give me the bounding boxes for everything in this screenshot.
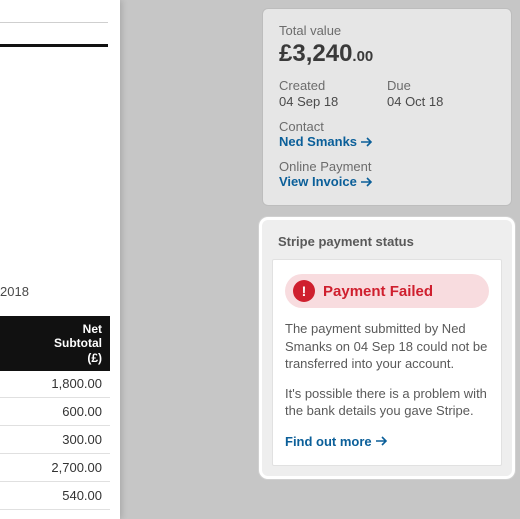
col-header-currency: (£) bbox=[4, 351, 102, 365]
contact-label: Contact bbox=[279, 119, 495, 134]
find-out-more-label: Find out more bbox=[285, 434, 372, 449]
created-label: Created bbox=[279, 78, 387, 93]
stripe-status-title: Stripe payment status bbox=[272, 230, 502, 259]
arrow-right-icon bbox=[361, 177, 373, 187]
arrow-right-icon bbox=[361, 137, 373, 147]
view-invoice-label: View Invoice bbox=[279, 174, 357, 189]
stripe-message: It's possible there is a problem with th… bbox=[285, 385, 489, 420]
contact-name: Ned Smanks bbox=[279, 134, 357, 149]
alert-icon: ! bbox=[293, 280, 315, 302]
divider-bold bbox=[0, 44, 108, 47]
table-row: 600.00 bbox=[0, 398, 110, 426]
online-payment-label: Online Payment bbox=[279, 159, 495, 174]
table-header: Net Subtotal (£) bbox=[0, 316, 110, 371]
contact-link[interactable]: Ned Smanks bbox=[279, 134, 373, 149]
total-value: £3,240.00 bbox=[279, 40, 495, 68]
table-rows: 1,800.00 600.00 300.00 2,700.00 540.00 bbox=[0, 370, 110, 510]
payment-failed-badge: ! Payment Failed bbox=[285, 274, 489, 308]
invoice-fragment: 2018 Net Subtotal (£) 1,800.00 600.00 30… bbox=[0, 0, 120, 519]
summary-card: Total value £3,240.00 Created 04 Sep 18 … bbox=[262, 8, 512, 206]
stripe-status-body: ! Payment Failed The payment submitted b… bbox=[272, 259, 502, 466]
table-row: 1,800.00 bbox=[0, 370, 110, 398]
stripe-status-card: Stripe payment status ! Payment Failed T… bbox=[262, 220, 512, 476]
invoice-date-year: 2018 bbox=[0, 284, 29, 299]
due-value: 04 Oct 18 bbox=[387, 94, 495, 109]
find-out-more-link[interactable]: Find out more bbox=[285, 434, 388, 449]
created-value: 04 Sep 18 bbox=[279, 94, 387, 109]
due-label: Due bbox=[387, 78, 495, 93]
divider bbox=[0, 22, 108, 23]
table-row: 2,700.00 bbox=[0, 454, 110, 482]
payment-failed-label: Payment Failed bbox=[323, 283, 433, 300]
col-header-subtotal: Subtotal bbox=[4, 336, 102, 350]
sidebar: Total value £3,240.00 Created 04 Sep 18 … bbox=[262, 8, 512, 476]
total-value-label: Total value bbox=[279, 23, 495, 38]
dates-row: Created 04 Sep 18 Due 04 Oct 18 bbox=[279, 78, 495, 109]
table-row: 300.00 bbox=[0, 426, 110, 454]
col-header-net: Net bbox=[4, 322, 102, 336]
arrow-right-icon bbox=[376, 436, 388, 446]
view-invoice-link[interactable]: View Invoice bbox=[279, 174, 373, 189]
stripe-message: The payment submitted by Ned Smanks on 0… bbox=[285, 320, 489, 373]
table-row: 540.00 bbox=[0, 482, 110, 510]
